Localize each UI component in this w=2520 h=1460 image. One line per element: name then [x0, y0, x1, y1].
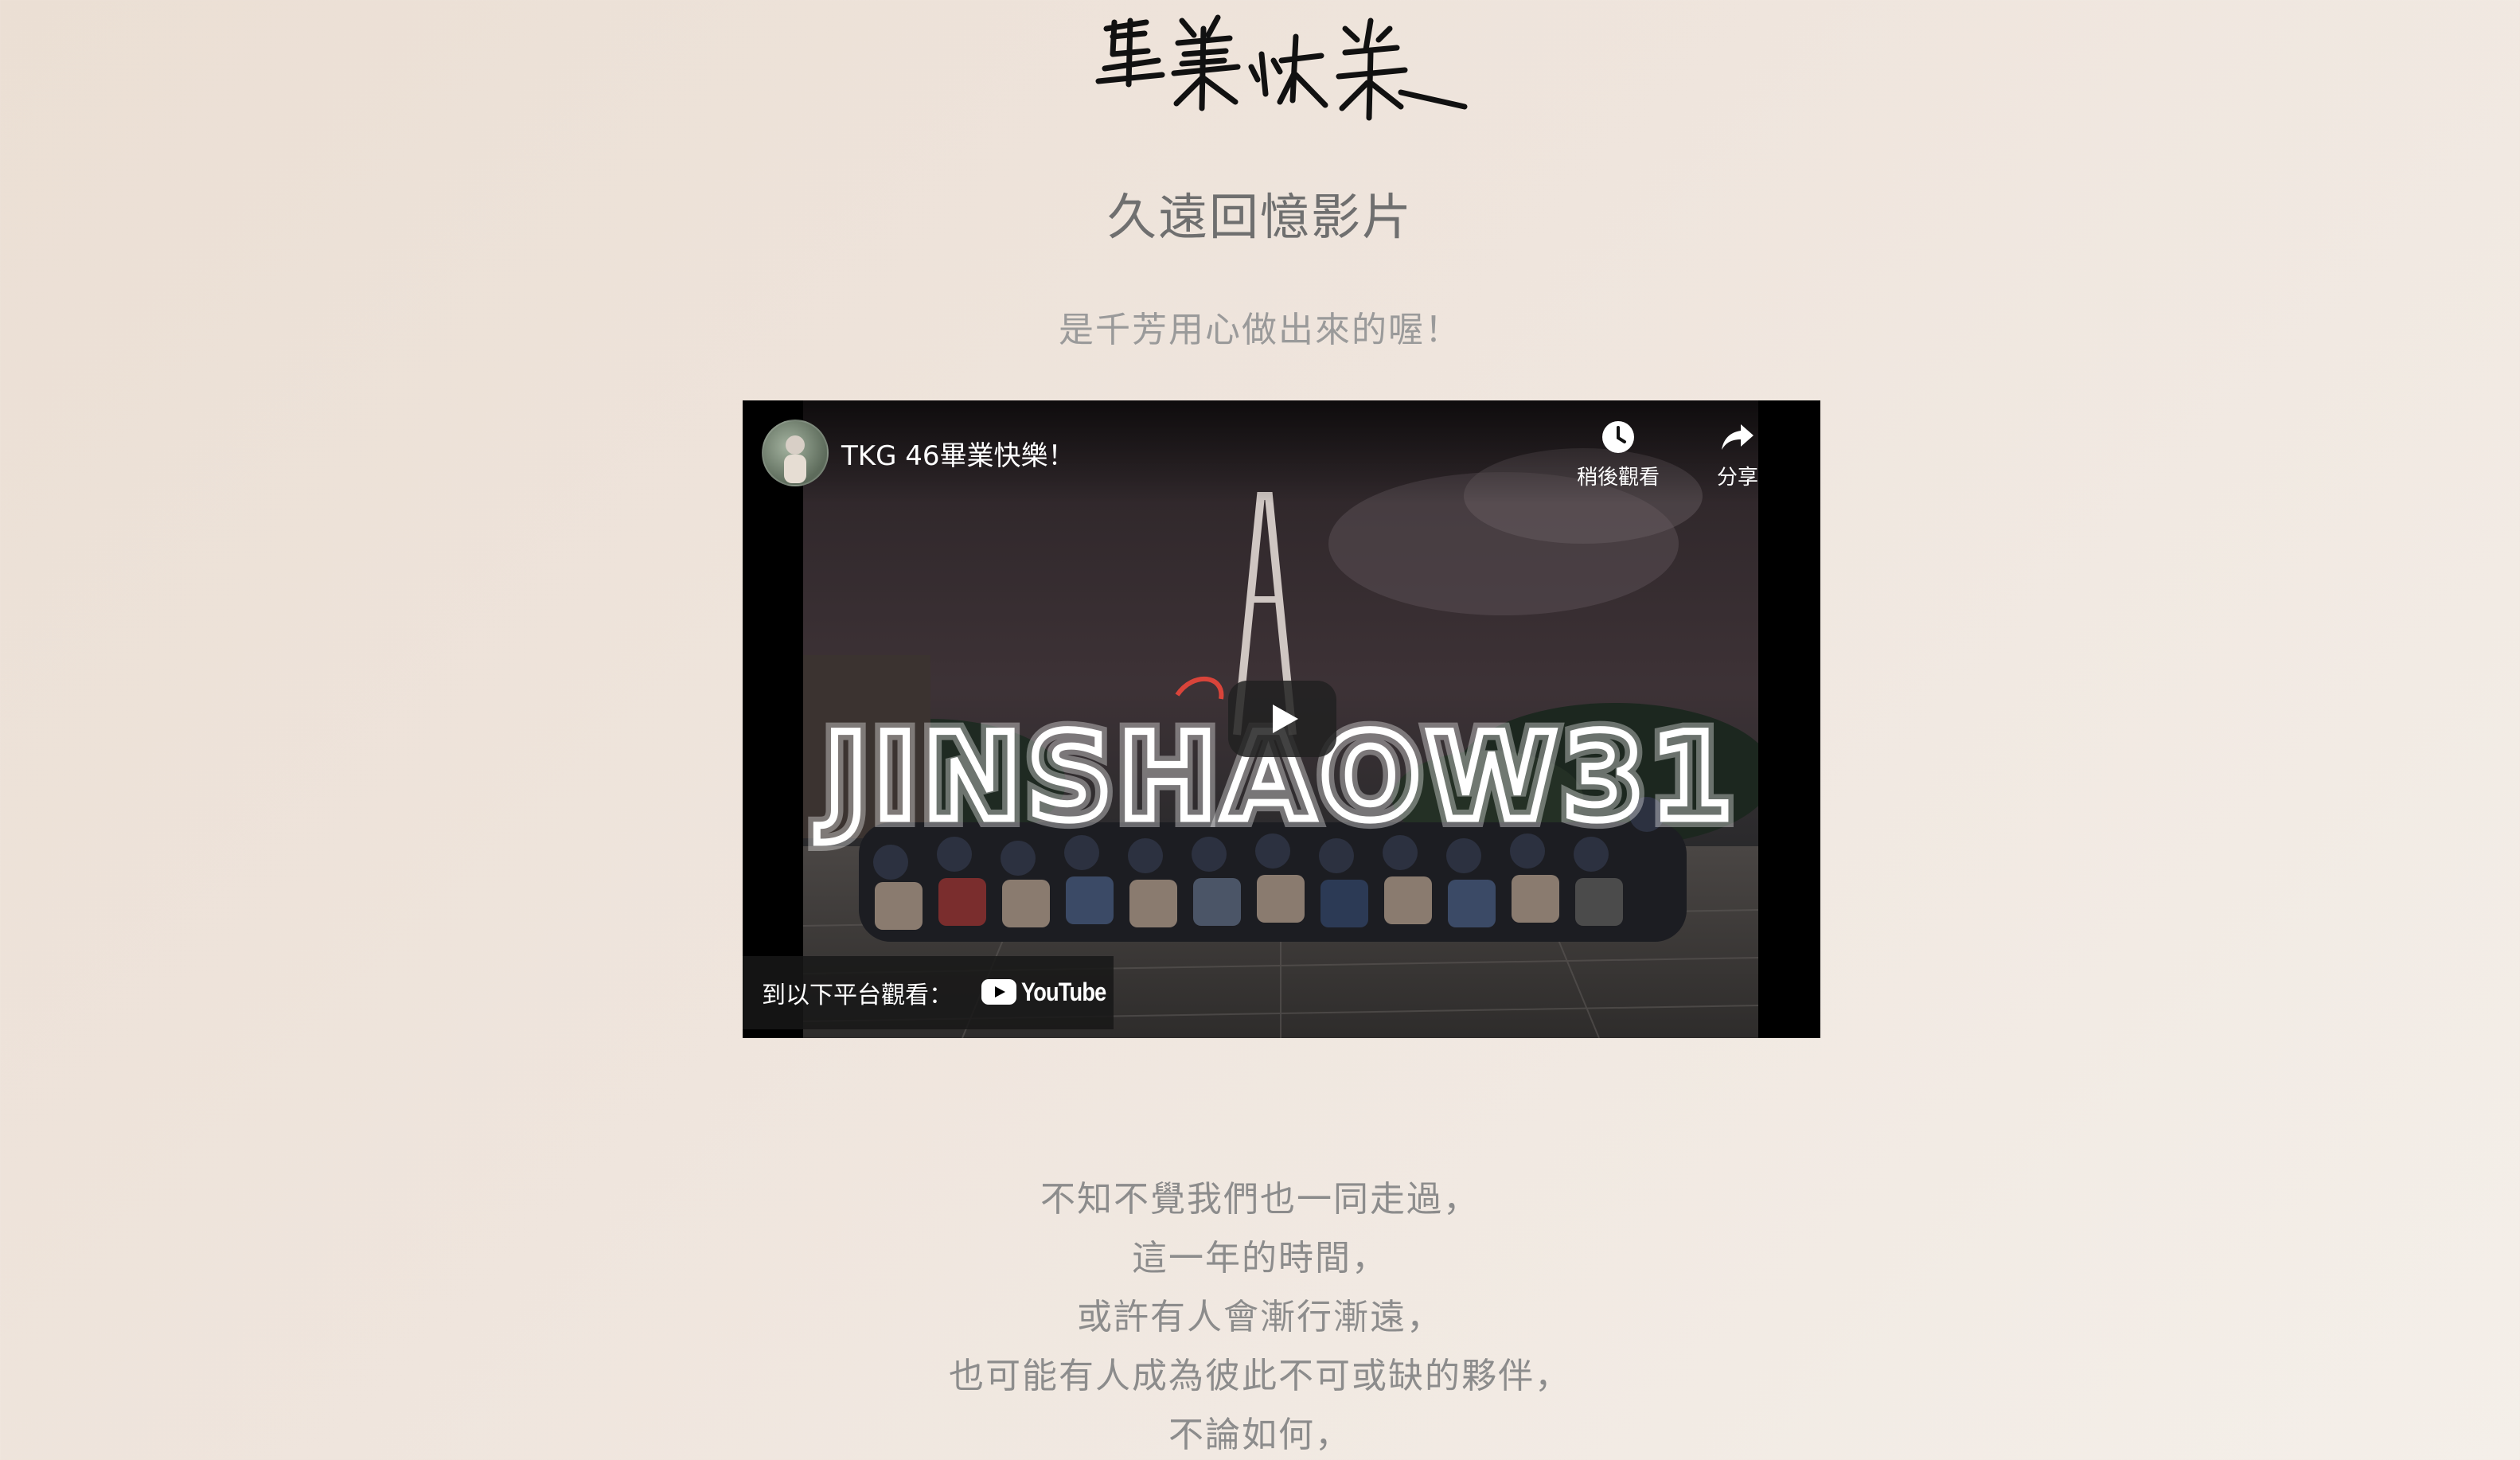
page: 久遠回憶影片 是千芳用心做出來的喔！ JINSHAOW31 JINSHAOW31…	[0, 0, 2520, 1460]
youtube-embed[interactable]: JINSHAOW31 JINSHAOW31 TKG 46畢業快樂！ 稍後觀看 分…	[743, 400, 1820, 1038]
logo-graphic	[1095, 14, 1468, 121]
avatar-icon	[784, 435, 806, 483]
poem-line: 不論如何，	[1168, 1415, 1352, 1455]
share-button[interactable]: 分享	[1658, 418, 1817, 490]
page-title: 久遠回憶影片	[1106, 188, 1413, 246]
channel-avatar[interactable]	[762, 420, 829, 486]
play-button[interactable]	[1228, 681, 1336, 757]
poem-line: 不知不覺我們也一同走過，	[1040, 1179, 1480, 1220]
poem-line: 這一年的時間，	[1132, 1238, 1388, 1278]
youtube-play-mark-icon	[981, 979, 1016, 1005]
share-arrow-icon	[1722, 424, 1753, 450]
watch-on-label: 到以下平台觀看：	[762, 982, 953, 1009]
watch-later-label: 稍後觀看	[1576, 466, 1660, 490]
youtube-logo[interactable]: YouTube	[981, 974, 1121, 1010]
clock-icon	[1602, 421, 1634, 453]
page-subtitle: 是千芳用心做出來的喔！	[1059, 310, 1461, 350]
youtube-logo-text: YouTube	[1021, 977, 1106, 1006]
share-label: 分享	[1716, 466, 1758, 490]
poem-text: 不知不覺我們也一同走過， 這一年的時間， 或許有人會漸行漸遠， 也可能有人成為彼…	[0, 1170, 2520, 1460]
video-title[interactable]: TKG 46畢業快樂！	[841, 434, 1075, 473]
watch-on-youtube-bar[interactable]: 到以下平台觀看： YouTube	[743, 956, 1114, 1029]
handwritten-logo	[1083, 5, 1480, 132]
poem-line: 或許有人會漸行漸遠，	[1077, 1297, 1443, 1337]
play-icon	[1273, 705, 1298, 733]
poem-line: 也可能有人成為彼此不可或缺的夥伴，	[949, 1356, 1571, 1396]
